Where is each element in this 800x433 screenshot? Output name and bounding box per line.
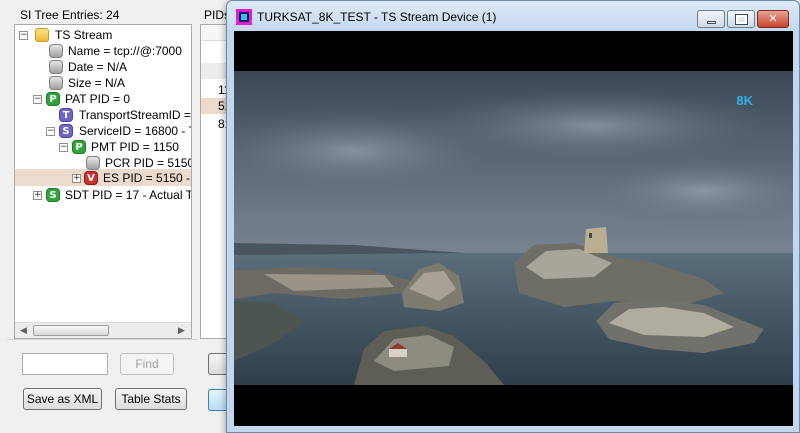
expand-toggle-icon[interactable]: + bbox=[72, 174, 81, 183]
channel-logo-8k: 8K bbox=[736, 93, 753, 108]
maximize-button[interactable] bbox=[727, 10, 755, 28]
p-icon: P bbox=[46, 92, 60, 106]
maximize-icon bbox=[735, 14, 748, 25]
ts-stream-device-window[interactable]: TURKSAT_8K_TEST - TS Stream Device (1) ✕ bbox=[226, 0, 800, 433]
scrollbar-thumb[interactable] bbox=[33, 325, 109, 336]
panel-divider bbox=[7, 339, 197, 340]
tree-node-label: TransportStreamID = bbox=[79, 108, 191, 122]
tree-node-label: SDT PID = 17 - Actual T bbox=[65, 188, 192, 202]
scroll-right-icon[interactable]: ▶ bbox=[178, 326, 185, 336]
table-stats-button[interactable]: Table Stats bbox=[115, 388, 187, 410]
gray-dot-icon bbox=[49, 44, 63, 58]
t-icon: T bbox=[59, 108, 73, 122]
gray-dot-icon bbox=[86, 156, 100, 170]
find-input[interactable] bbox=[22, 353, 108, 375]
s-icon: S bbox=[59, 124, 73, 138]
tree-node-label: TS Stream bbox=[55, 28, 113, 42]
gray-dot-icon bbox=[49, 76, 63, 90]
close-icon: ✕ bbox=[768, 12, 778, 25]
minimize-button[interactable] bbox=[697, 10, 725, 28]
p-icon: P bbox=[72, 140, 86, 154]
scroll-left-icon[interactable]: ◀ bbox=[20, 326, 27, 336]
tree-node-label: ServiceID = 16800 - T bbox=[79, 124, 192, 138]
tree-node-label: PCR PID = 5150 bbox=[105, 156, 192, 170]
close-button[interactable]: ✕ bbox=[757, 10, 789, 28]
collapse-toggle-icon[interactable]: − bbox=[59, 143, 68, 152]
gray-dot-icon bbox=[49, 60, 63, 74]
find-button[interactable]: Find bbox=[120, 353, 174, 375]
collapse-toggle-icon[interactable]: − bbox=[33, 95, 42, 104]
app-icon bbox=[236, 9, 252, 25]
collapse-toggle-icon[interactable]: − bbox=[46, 127, 55, 136]
window-titlebar[interactable]: TURKSAT_8K_TEST - TS Stream Device (1) ✕ bbox=[227, 1, 799, 31]
tree-node-label: PAT PID = 0 bbox=[65, 92, 131, 106]
collapse-toggle-icon[interactable]: − bbox=[19, 31, 28, 40]
s-icon: S bbox=[46, 188, 60, 202]
tree-node-label: PMT PID = 1150 bbox=[91, 140, 179, 154]
v-icon: V bbox=[84, 171, 98, 185]
save-as-xml-button[interactable]: Save as XML bbox=[23, 388, 102, 410]
tree-node-label: Date = N/A bbox=[68, 60, 128, 74]
video-display: 8K bbox=[234, 31, 793, 426]
window-title: TURKSAT_8K_TEST - TS Stream Device (1) bbox=[257, 10, 497, 24]
si-tree-view[interactable]: − TS Stream Name = tcp://@:7000 Date = N… bbox=[14, 24, 192, 339]
folder-icon bbox=[35, 28, 49, 42]
minimize-icon bbox=[707, 21, 716, 24]
tree-node-label: Size = N/A bbox=[68, 76, 126, 90]
tree-node-label: ES PID = 5150 - H bbox=[103, 171, 191, 185]
tree-node-label: Name = tcp://@:7000 bbox=[68, 44, 182, 58]
expand-toggle-icon[interactable]: + bbox=[33, 191, 42, 200]
si-tree-entries-label: SI Tree Entries: 24 bbox=[20, 8, 120, 22]
tree-horizontal-scrollbar[interactable]: ◀ ▶ bbox=[15, 322, 191, 338]
video-frame-image bbox=[234, 31, 793, 426]
